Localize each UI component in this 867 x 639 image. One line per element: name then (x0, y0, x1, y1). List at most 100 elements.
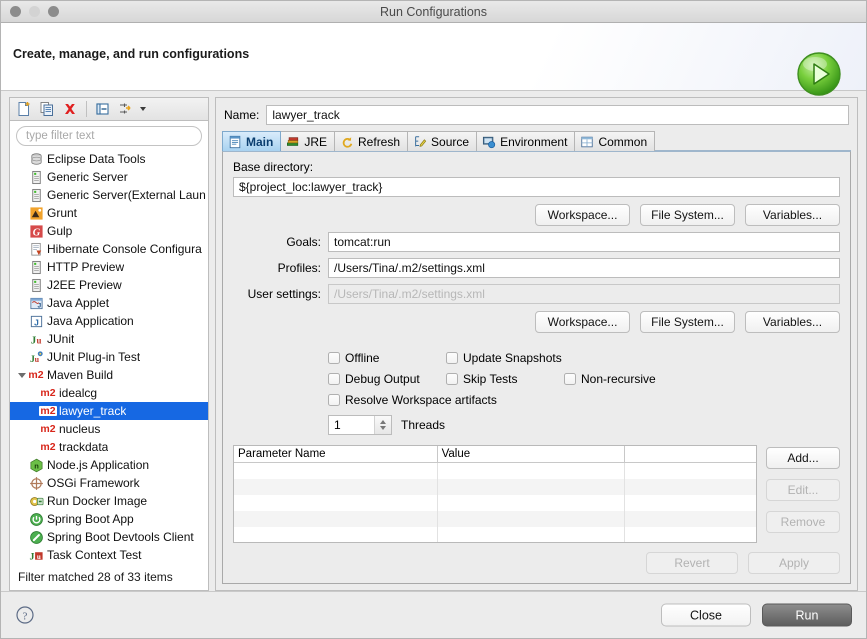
update-snapshots-checkbox[interactable]: Update Snapshots (446, 351, 562, 365)
close-window-button[interactable] (10, 6, 21, 17)
tab-environment[interactable]: Environment (476, 131, 576, 151)
delete-configuration-icon[interactable] (60, 99, 80, 119)
editor-tabs[interactable]: Main JRE Refresh Source Environment Common (216, 130, 857, 151)
tab-common[interactable]: Common (574, 131, 656, 151)
tree-item-label: Spring Boot Devtools Client (47, 530, 194, 544)
base-directory-input[interactable] (233, 177, 840, 197)
tree-item-http-preview[interactable]: HTTP Preview (10, 258, 208, 276)
debug-output-checkbox[interactable]: Debug Output (328, 372, 440, 386)
tree-item-gulp[interactable]: G Gulp (10, 222, 208, 240)
edit-parameter-button[interactable]: Edit... (766, 479, 840, 501)
tree-item-hibernate-console-configura[interactable]: Hibernate Console Configura (10, 240, 208, 258)
tree-expand-toggle[interactable] (16, 372, 28, 378)
chevron-up-icon[interactable] (380, 420, 386, 424)
parameters-table[interactable]: Parameter Name Value (233, 445, 757, 543)
tree-item-junit[interactable]: Ju JUnit (10, 330, 208, 348)
tree-item-idealcg[interactable]: m2 idealcg (10, 384, 208, 402)
chevron-down-icon[interactable] (380, 426, 386, 430)
filter-input[interactable] (16, 126, 202, 146)
tree-item-lawyer-track[interactable]: m2 lawyer_track (10, 402, 208, 420)
tree-item-generic-server-external-laun[interactable]: Generic Server(External Laun (10, 186, 208, 204)
user-settings-input[interactable] (328, 284, 840, 304)
tree-item-java-application[interactable]: J Java Application (10, 312, 208, 330)
chevron-down-icon[interactable] (140, 107, 146, 111)
tab-jre[interactable]: JRE (280, 131, 336, 151)
base-dir-filesystem-button[interactable]: File System... (640, 204, 735, 226)
tree-item-spring-boot-devtools-client[interactable]: Spring Boot Devtools Client (10, 528, 208, 546)
duplicate-configuration-icon[interactable] (37, 99, 57, 119)
filter-icon[interactable] (116, 99, 136, 119)
resolve-workspace-artifacts-checkbox[interactable]: Resolve Workspace artifacts (328, 393, 497, 407)
checkbox-line-3: Resolve Workspace artifacts (328, 389, 840, 410)
table-row[interactable] (234, 511, 756, 527)
threads-row: 1 Threads (328, 415, 840, 435)
tree-item-junit-plug-in-test[interactable]: Ju JUnit Plug-in Test (10, 348, 208, 366)
user-settings-workspace-button[interactable]: Workspace... (535, 311, 630, 333)
tree-item-run-docker-image[interactable]: Run Docker Image (10, 492, 208, 510)
table-row[interactable] (234, 463, 756, 479)
table-row[interactable] (234, 479, 756, 495)
collapse-all-icon[interactable] (93, 99, 113, 119)
table-row[interactable] (234, 527, 756, 542)
tab-refresh[interactable]: Refresh (334, 131, 409, 151)
column-header-extra (625, 446, 756, 462)
tree-item-eclipse-data-tools[interactable]: Eclipse Data Tools (10, 150, 208, 168)
tab-label: Main (246, 134, 274, 149)
update-snapshots-checkbox-box[interactable] (446, 351, 458, 364)
add-parameter-button[interactable]: Add... (766, 447, 840, 469)
table-row[interactable] (234, 495, 756, 511)
parameters-table-buttons: Add... Edit... Remove (766, 445, 840, 543)
goals-input[interactable] (328, 232, 840, 252)
cell-extra (625, 495, 756, 511)
tab-source[interactable]: Source (407, 131, 478, 151)
base-dir-variables-button[interactable]: Variables... (745, 204, 840, 226)
user-settings-variables-button[interactable]: Variables... (745, 311, 840, 333)
tree-item-trackdata[interactable]: m2 trackdata (10, 438, 208, 456)
tree-item-label: Hibernate Console Configura (47, 242, 202, 256)
cell-extra (625, 527, 756, 542)
new-configuration-icon[interactable] (14, 99, 34, 119)
close-button[interactable]: Close (661, 603, 751, 627)
base-dir-workspace-button[interactable]: Workspace... (535, 204, 630, 226)
skip-tests-checkbox[interactable]: Skip Tests (446, 372, 558, 386)
offline-checkbox-box[interactable] (328, 351, 340, 364)
resolve-workspace-artifacts-checkbox-box[interactable] (328, 393, 340, 406)
tree-item-java-applet[interactable]: J Java Applet (10, 294, 208, 312)
tab-label: Environment (500, 134, 568, 149)
maximize-window-button[interactable] (48, 6, 59, 17)
tree-item-grunt[interactable]: Grunt (10, 204, 208, 222)
revert-button[interactable]: Revert (646, 552, 738, 574)
tree-item-osgi-framework[interactable]: OSGi Framework (10, 474, 208, 492)
tree-item-j2ee-preview[interactable]: J2EE Preview (10, 276, 208, 294)
name-input[interactable] (266, 105, 849, 125)
offline-checkbox[interactable]: Offline (328, 351, 440, 365)
run-button[interactable]: Run (762, 603, 852, 627)
non-recursive-checkbox[interactable]: Non-recursive (564, 372, 656, 386)
tree-item-xsl[interactable]: XSL (10, 564, 208, 565)
non-recursive-checkbox-box[interactable] (564, 372, 576, 385)
tree-item-label: JUnit Plug-in Test (47, 350, 141, 364)
tree-item-nucleus[interactable]: m2 nucleus (10, 420, 208, 438)
remove-parameter-button[interactable]: Remove (766, 511, 840, 533)
threads-stepper[interactable]: 1 (328, 415, 392, 435)
name-label: Name: (224, 108, 260, 122)
threads-stepper-arrows[interactable] (374, 416, 391, 434)
tree-item-maven-build[interactable]: m2 Maven Build (10, 366, 208, 384)
profiles-input[interactable] (328, 258, 840, 278)
cell-value (438, 511, 626, 527)
help-question-icon[interactable]: ? (15, 605, 35, 625)
apply-button[interactable]: Apply (748, 552, 840, 574)
debug-output-checkbox-box[interactable] (328, 372, 340, 385)
tree-item-spring-boot-app[interactable]: Spring Boot App (10, 510, 208, 528)
user-settings-filesystem-button[interactable]: File System... (640, 311, 735, 333)
main-tab-icon (228, 135, 242, 149)
header-title: Create, manage, and run configurations (13, 47, 250, 61)
skip-tests-checkbox-box[interactable] (446, 372, 458, 385)
column-header-value: Value (438, 446, 626, 462)
tree-item-node-js-application[interactable]: n Node.js Application (10, 456, 208, 474)
configurations-tree[interactable]: Eclipse Data Tools Generic Server Generic … (10, 149, 208, 565)
minimize-window-button[interactable] (29, 6, 40, 17)
tree-item-task-context-test[interactable]: Ju Task Context Test (10, 546, 208, 564)
tab-main[interactable]: Main (222, 131, 282, 151)
tree-item-generic-server[interactable]: Generic Server (10, 168, 208, 186)
